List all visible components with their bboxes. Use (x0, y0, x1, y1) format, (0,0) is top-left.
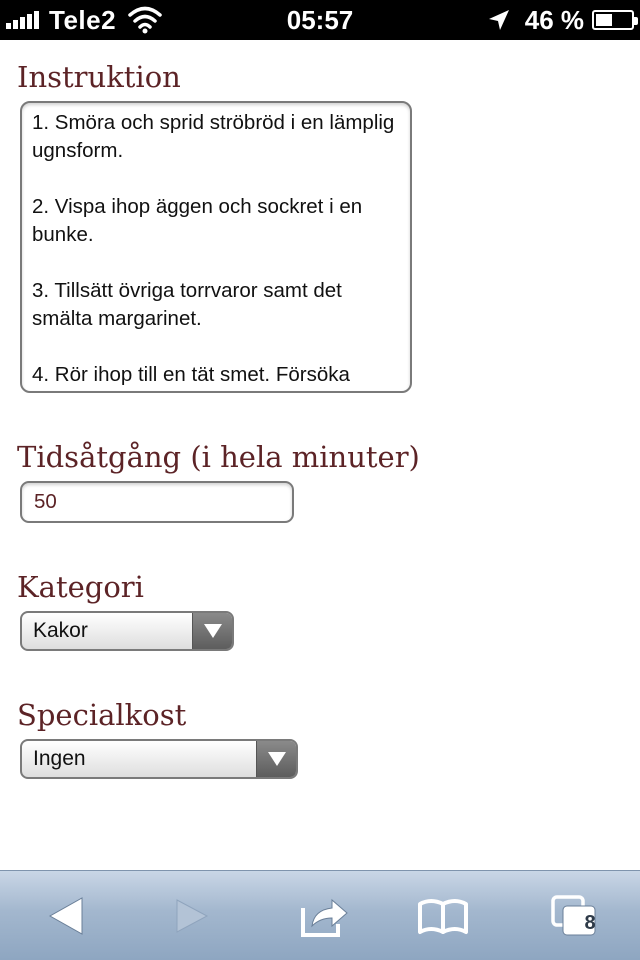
share-button[interactable] (285, 871, 365, 960)
instruktion-label: Instruktion (17, 60, 181, 94)
location-arrow-icon (488, 10, 509, 30)
forward-icon (176, 899, 209, 933)
battery-icon (592, 10, 638, 30)
instruktion-step-4: 4. Rör ihop till en tät smet. Försöka (32, 363, 350, 386)
instruktion-step-2: 2. Vispa ihop äggen och sockret i en bun… (32, 195, 363, 246)
specialkost-dropdown-button[interactable] (256, 741, 296, 777)
browser-toolbar: 8 (0, 870, 640, 960)
specialkost-select[interactable]: Ingen (20, 739, 298, 779)
share-icon (301, 898, 348, 937)
bookmarks-icon (418, 899, 468, 934)
battery-percentage: 46 % (524, 4, 584, 35)
chevron-down-icon (203, 624, 222, 638)
kategori-label: Kategori (17, 570, 144, 604)
back-icon (48, 897, 83, 935)
status-right: 46 % (487, 0, 638, 40)
status-bar: Tele2 05:57 46 % (0, 0, 640, 40)
tid-input[interactable]: 50 (20, 481, 294, 523)
bookmarks-button[interactable] (403, 871, 483, 960)
instruktion-step-1: 1. Smöra och sprid ströbröd i en lämplig… (32, 111, 395, 162)
kategori-select[interactable]: Kakor (20, 611, 234, 651)
tabs-button[interactable]: 8 (534, 871, 614, 960)
specialkost-selected-value: Ingen (33, 747, 86, 770)
kategori-selected-value: Kakor (33, 619, 88, 642)
tabs-count: 8 (584, 912, 596, 934)
back-button[interactable] (26, 871, 106, 960)
instruktion-textarea[interactable]: 1. Smöra och sprid ströbröd i en lämplig… (20, 101, 412, 393)
kategori-dropdown-button[interactable] (192, 613, 232, 649)
forward-button[interactable] (153, 871, 233, 960)
battery-fill (596, 14, 612, 26)
battery-nub (634, 17, 638, 25)
specialkost-label: Specialkost (17, 698, 187, 732)
instruktion-step-3: 3. Tillsätt övriga torrvaror samt det sm… (32, 279, 342, 330)
tid-label: Tidsåtgång (i hela minuter) (17, 440, 420, 474)
chevron-down-icon (267, 752, 286, 766)
